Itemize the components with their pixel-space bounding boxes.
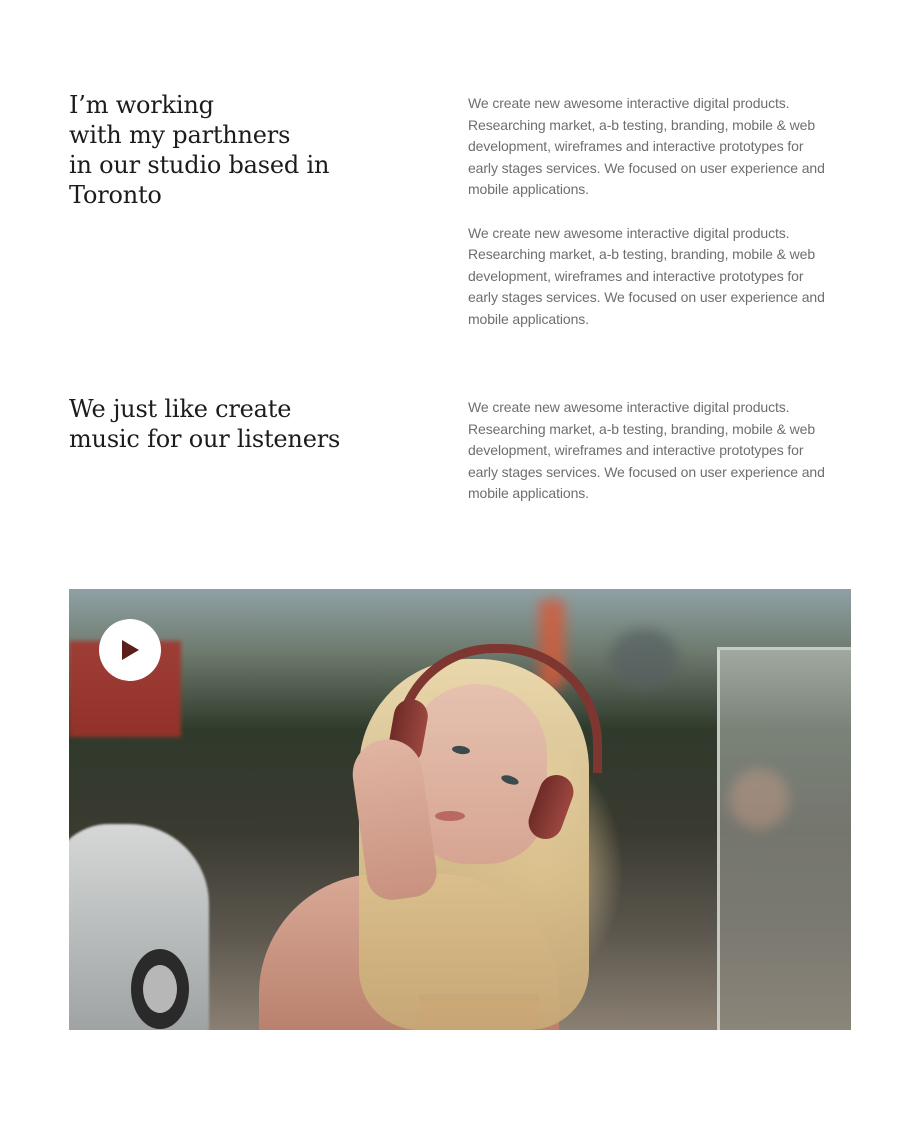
intro-paragraph-1: We create new awesome interactive digita… — [468, 93, 840, 201]
text-line: mobile applications. — [468, 485, 589, 501]
intro-paragraph-2: We create new awesome interactive digita… — [468, 223, 840, 331]
heading-line: Toronto — [69, 181, 162, 209]
play-icon — [122, 640, 139, 660]
music-paragraph-1: We create new awesome interactive digita… — [468, 397, 840, 505]
heading-line: in our studio based in — [69, 151, 330, 179]
heading-line: I’m working — [69, 91, 214, 119]
text-line: mobile applications. — [468, 181, 589, 197]
text-line: We create new awesome interactive digita… — [468, 95, 790, 111]
music-copy: We create new awesome interactive digita… — [468, 397, 840, 527]
text-line: early stages services. We focused on use… — [468, 159, 825, 176]
text-line: development, wireframes and interactive … — [468, 442, 804, 458]
intro-heading: I’m working with my parthners in our stu… — [69, 90, 389, 210]
intro-copy: We create new awesome interactive digita… — [468, 93, 840, 352]
glass-reflection — [717, 647, 851, 1030]
text-line: development, wireframes and interactive … — [468, 267, 804, 284]
text-line: Researching market, a-b testing, brandin… — [468, 116, 816, 133]
text-line: development, wireframes and interactive … — [468, 138, 804, 154]
heading-line: music for our listeners — [69, 425, 341, 453]
page: I’m working with my parthners in our stu… — [0, 0, 920, 1122]
background-bokeh — [609, 629, 679, 689]
video-player[interactable] — [69, 589, 851, 1030]
text-line: We create new awesome interactive digita… — [468, 224, 790, 241]
text-line: mobile applications. — [468, 310, 589, 327]
text-line: Researching market, a-b testing, brandin… — [468, 246, 816, 262]
text-line: early stages services. We focused on use… — [468, 289, 825, 305]
car-wheel — [131, 949, 189, 1029]
text-line: We create new awesome interactive digita… — [468, 399, 790, 415]
heading-line: with my parthners — [69, 121, 291, 149]
music-heading: We just like create music for our listen… — [69, 394, 389, 454]
text-line: Researching market, a-b testing, brandin… — [468, 420, 816, 437]
person-lips — [435, 811, 465, 821]
play-button[interactable] — [99, 619, 161, 681]
heading-line: We just like create — [69, 395, 292, 423]
text-line: early stages services. We focused on use… — [468, 463, 825, 480]
